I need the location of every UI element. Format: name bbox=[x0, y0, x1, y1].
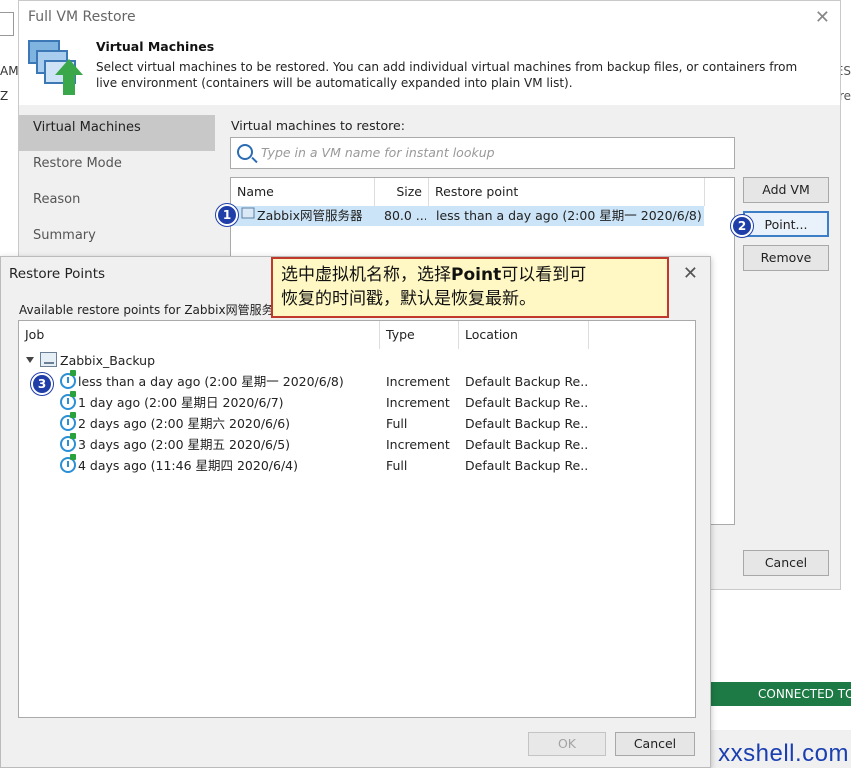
restore-point-location: Default Backup Re... bbox=[465, 437, 587, 452]
restore-point-time: 2 days ago (2:00 星期六 2020/6/6) bbox=[78, 416, 291, 431]
vm-restore-point: less than a day ago (2:00 星期一 2020/6/8) bbox=[436, 208, 702, 223]
background-search-box bbox=[0, 12, 14, 36]
restore-point-type: Full bbox=[386, 458, 408, 473]
header-description: Select virtual machines to be restored. … bbox=[96, 60, 798, 90]
connection-status-bar: CONNECTED TO bbox=[710, 682, 851, 706]
annotation-line-1: 选中虚拟机名称，选择Point可以看到可 bbox=[281, 263, 659, 287]
annotation-text: 选中虚拟机名称，选择 bbox=[281, 265, 451, 285]
list-item[interactable]: 1 day ago (2:00 星期日 2020/6/7) Increment … bbox=[19, 391, 695, 413]
restore-point-icon bbox=[60, 370, 76, 389]
list-item[interactable]: 3 days ago (2:00 星期五 2020/6/5) Increment… bbox=[19, 433, 695, 455]
job-node[interactable]: Zabbix_Backup bbox=[19, 350, 695, 371]
restore-point-time: less than a day ago (2:00 星期一 2020/6/8) bbox=[78, 374, 344, 389]
restore-point-time: 3 days ago (2:00 星期五 2020/6/5) bbox=[78, 437, 291, 452]
close-icon[interactable]: ✕ bbox=[815, 7, 830, 28]
remove-button[interactable]: Remove bbox=[743, 245, 829, 271]
wizard-cancel-button[interactable]: Cancel bbox=[743, 550, 829, 576]
backup-job-icon bbox=[40, 352, 57, 367]
restore-point-type: Increment bbox=[386, 395, 450, 410]
restore-points-dialog: Restore Points ✕ Available restore point… bbox=[0, 256, 711, 768]
add-vm-button[interactable]: Add VM bbox=[743, 177, 829, 203]
annotation-callout: 选中虚拟机名称，选择Point可以看到可 恢复的时间戳，默认是恢复最新。 bbox=[271, 257, 669, 318]
restore-vm-icon bbox=[28, 40, 83, 95]
step-summary[interactable]: Summary bbox=[19, 223, 215, 259]
watermark: xxshell.com bbox=[718, 740, 849, 767]
vm-icon bbox=[241, 206, 257, 226]
background-text: AM bbox=[0, 64, 19, 78]
restore-point-location: Default Backup Re... bbox=[465, 458, 587, 473]
ok-button[interactable]: OK bbox=[528, 732, 606, 756]
column-header-size[interactable]: Size bbox=[375, 178, 429, 206]
available-points-label: Available restore points for Zabbix网管服务器 bbox=[19, 303, 286, 317]
list-item[interactable]: 4 days ago (11:46 星期四 2020/6/4) Full Def… bbox=[19, 454, 695, 476]
background-text: Z bbox=[0, 89, 9, 103]
restore-point-location: Default Backup Re... bbox=[465, 395, 587, 410]
search-icon bbox=[237, 144, 253, 160]
annotation-text: 可以看到可 bbox=[501, 265, 587, 285]
column-header-type[interactable]: Type bbox=[380, 321, 459, 349]
restore-point-location: Default Backup Re... bbox=[465, 416, 587, 431]
search-placeholder: Type in a VM name for instant lookup bbox=[261, 145, 495, 160]
close-icon[interactable]: ✕ bbox=[683, 263, 698, 284]
restore-point-icon bbox=[60, 391, 76, 410]
step-restore-mode[interactable]: Restore Mode bbox=[19, 151, 215, 187]
vm-name: Zabbix网管服务器 bbox=[257, 208, 363, 223]
step-virtual-machines[interactable]: Virtual Machines bbox=[19, 115, 215, 151]
column-header-restore-point[interactable]: Restore point bbox=[429, 178, 705, 206]
vm-size: 80.0 ... bbox=[384, 208, 426, 223]
wizard-header: Virtual Machines Select virtual machines… bbox=[19, 31, 840, 105]
restore-point-type: Full bbox=[386, 416, 408, 431]
restore-point-type: Increment bbox=[386, 374, 450, 389]
point-button[interactable]: Point... bbox=[743, 211, 829, 237]
list-item[interactable]: less than a day ago (2:00 星期一 2020/6/8) … bbox=[19, 370, 695, 392]
restore-point-icon bbox=[60, 433, 76, 452]
restore-point-time: 4 days ago (11:46 星期四 2020/6/4) bbox=[78, 458, 298, 473]
restore-point-type: Increment bbox=[386, 437, 450, 452]
restore-point-icon bbox=[60, 412, 76, 431]
wizard-steps: Virtual Machines Restore Mode Reason Sum… bbox=[19, 115, 215, 259]
window-title: Full VM Restore bbox=[28, 9, 136, 25]
job-name: Zabbix_Backup bbox=[60, 353, 156, 368]
restore-point-time: 1 day ago (2:00 星期日 2020/6/7) bbox=[78, 395, 284, 410]
vm-search-input[interactable]: Type in a VM name for instant lookup bbox=[230, 137, 735, 169]
restore-point-location: Default Backup Re... bbox=[465, 374, 587, 389]
dialog-cancel-button[interactable]: Cancel bbox=[615, 732, 695, 756]
header-title: Virtual Machines bbox=[96, 39, 215, 54]
annotation-keyword: Point bbox=[451, 265, 502, 285]
step-badge-1: 1 bbox=[216, 204, 238, 226]
step-reason[interactable]: Reason bbox=[19, 187, 215, 223]
dialog-title: Restore Points bbox=[9, 266, 106, 282]
vm-list-label: Virtual machines to restore: bbox=[231, 118, 405, 133]
restore-point-icon bbox=[60, 454, 76, 473]
column-header-location[interactable]: Location bbox=[459, 321, 589, 349]
restore-points-tree: Job Type Location Zabbix_Backup less tha… bbox=[18, 320, 696, 718]
table-row[interactable]: Zabbix网管服务器 80.0 ... less than a day ago… bbox=[232, 206, 704, 226]
column-header-name[interactable]: Name bbox=[231, 178, 375, 206]
list-item[interactable]: 2 days ago (2:00 星期六 2020/6/6) Full Defa… bbox=[19, 412, 695, 434]
step-badge-3: 3 bbox=[31, 373, 53, 395]
column-header-job[interactable]: Job bbox=[19, 321, 380, 349]
expand-arrow-icon[interactable] bbox=[26, 357, 34, 363]
annotation-line-2: 恢复的时间戳，默认是恢复最新。 bbox=[281, 289, 536, 309]
step-badge-2: 2 bbox=[731, 215, 753, 237]
